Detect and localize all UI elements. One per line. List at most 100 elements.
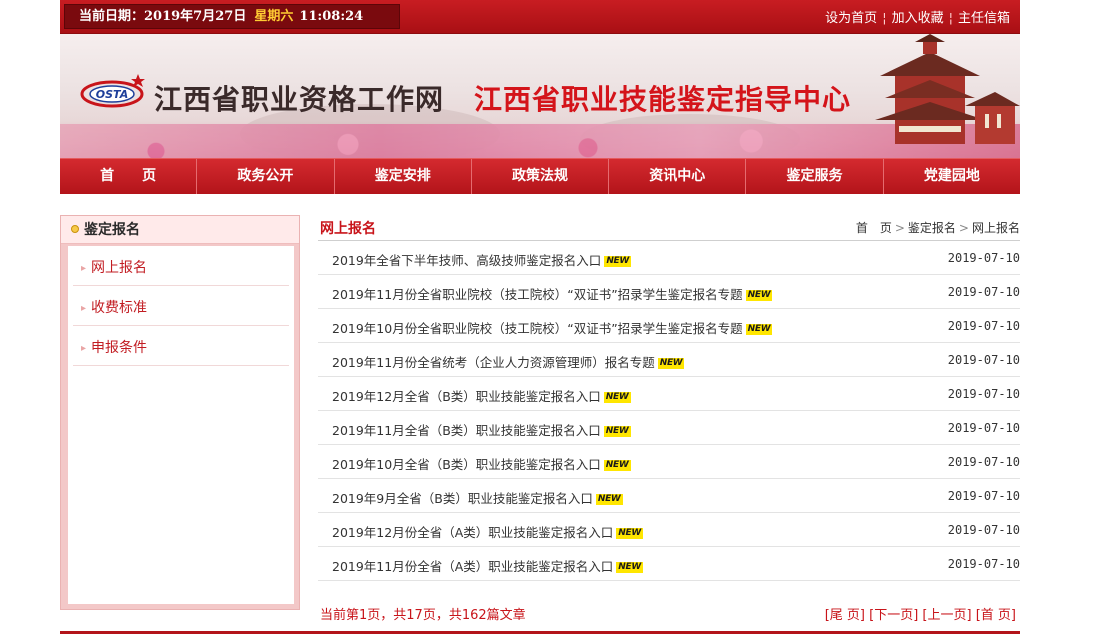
nav-item-appraisal-schedule[interactable]: 鉴定安排 [335,159,472,194]
chevron-right-icon: > [894,221,905,235]
breadcrumb-appraisal-registration[interactable]: 鉴定报名 [908,221,956,235]
chevron-right-icon: > [958,221,969,235]
last-page-link[interactable]: [尾 页] [825,608,865,623]
article-link[interactable]: 2019年10月份全省职业院校（技工院校）“双证书”招录学生鉴定报名专题 NEW [332,318,773,337]
article-date: 2019-07-10 [947,421,1020,435]
separator: ¦ [882,11,887,26]
article-link[interactable]: 2019年全省下半年技师、高级技师鉴定报名入口 NEW [332,250,632,269]
article-date: 2019-07-10 [947,523,1020,537]
article-link[interactable]: 2019年12月全省（B类）职业技能鉴定报名入口 NEW [332,386,631,405]
arrow-icon: ▸ [81,303,87,314]
footer-divider [60,631,1020,634]
article-title: 2019年12月份全省（A类）职业技能鉴定报名入口 [332,525,614,540]
article-date: 2019-07-10 [947,353,1020,367]
article-date: 2019-07-10 [947,387,1020,401]
new-badge-icon: NEW [595,494,623,505]
new-badge-icon: NEW [604,256,632,267]
new-badge-icon: NEW [657,358,685,369]
sidebar-item-application-conditions[interactable]: ▸ 申报条件 [73,326,289,366]
section-header: 网上报名 首 页 > 鉴定报名 > 网上报名 [318,215,1020,241]
list-item: 2019年11月份全省职业院校（技工院校）“双证书”招录学生鉴定报名专题 NEW 2… [318,275,1020,309]
nav-item-government-affairs[interactable]: 政务公开 [197,159,335,194]
list-item: 2019年11月份全省统考（企业人力资源管理师）报名专题 NEW 2019-07-1… [318,343,1020,377]
article-title: 2019年12月全省（B类）职业技能鉴定报名入口 [332,389,601,404]
article-date: 2019-07-10 [947,251,1020,265]
list-item: 2019年10月份全省职业院校（技工院校）“双证书”招录学生鉴定报名专题 NEW 2… [318,309,1020,343]
pager: [尾 页] [下一页] [上一页] [首 页] [825,604,1016,623]
time-label: 11:08:24 [299,9,364,24]
bullet-icon [71,225,79,233]
arrow-icon: ▸ [81,343,87,354]
osta-logo[interactable]: OSTA [78,70,150,114]
breadcrumb-home[interactable]: 首 页 [856,221,892,235]
date-time-display: 当前日期：2019年7月27日 星期六 11:08:24 [64,4,400,29]
article-date: 2019-07-10 [947,489,1020,503]
article-title: 2019年全省下半年技师、高级技师鉴定报名入口 [332,253,602,268]
article-link[interactable]: 2019年11月份全省职业院校（技工院校）“双证书”招录学生鉴定报名专题 NEW [332,284,773,303]
new-badge-icon: NEW [603,460,631,471]
article-date: 2019-07-10 [947,557,1020,571]
main-content: 网上报名 首 页 > 鉴定报名 > 网上报名 2019年全省下半年技师、高级技师鉴定报名… [318,215,1020,623]
article-title: 2019年9月全省（B类）职业技能鉴定报名入口 [332,491,593,506]
logo-text: OSTA [96,88,128,101]
prev-page-link[interactable]: [上一页] [922,608,971,623]
first-page-link[interactable]: [首 页] [976,608,1016,623]
main-nav: 首 页 政务公开 鉴定安排 政策法规 资讯中心 鉴定服务 党建园地 [60,158,1020,194]
article-title: 2019年11月份全省（A类）职业技能鉴定报名入口 [332,559,614,574]
sidebar: 鉴定报名 ▸ 网上报名 ▸ 收费标准 ▸ 申报条件 [60,215,300,610]
new-badge-icon: NEW [603,392,631,403]
article-link[interactable]: 2019年12月份全省（A类）职业技能鉴定报名入口 NEW [332,522,643,541]
article-title: 2019年11月份全省统考（企业人力资源管理师）报名专题 [332,355,655,370]
nav-item-party-building[interactable]: 党建园地 [884,159,1020,194]
sidebar-heading: 鉴定报名 [61,216,299,244]
article-link[interactable]: 2019年10月全省（B类）职业技能鉴定报名入口 NEW [332,454,631,473]
article-list: 2019年全省下半年技师、高级技师鉴定报名入口 NEW 2019-07-10 2019… [318,241,1020,581]
new-badge-icon: NEW [616,528,643,539]
next-page-link[interactable]: [下一页] [869,608,918,623]
article-link[interactable]: 2019年11月份全省统考（企业人力资源管理师）报名专题 NEW [332,352,685,371]
sidebar-item-label: 网上报名 [91,260,148,276]
new-badge-icon: NEW [603,426,631,437]
new-badge-icon: NEW [616,562,643,573]
sidebar-item-online-registration[interactable]: ▸ 网上报名 [73,246,289,286]
list-item: 2019年12月份全省（A类）职业技能鉴定报名入口 NEW 2019-07-10 [318,513,1020,547]
list-item: 2019年全省下半年技师、高级技师鉴定报名入口 NEW 2019-07-10 [318,241,1020,275]
set-homepage-link[interactable]: 设为首页 [825,11,877,26]
article-link[interactable]: 2019年11月份全省（A类）职业技能鉴定报名入口 NEW [332,556,643,575]
nav-item-policies[interactable]: 政策法规 [472,159,610,194]
date-label: 当前日期：2019年7月27日 [79,9,247,24]
article-title: 2019年10月份全省职业院校（技工院校）“双证书”招录学生鉴定报名专题 [332,321,743,336]
site-title: 江西省职业资格工作网 [154,83,445,116]
article-title: 2019年10月全省（B类）职业技能鉴定报名入口 [332,457,601,472]
new-badge-icon: NEW [745,324,773,335]
list-item: 2019年11月份全省（A类）职业技能鉴定报名入口 NEW 2019-07-10 [318,547,1020,581]
list-item: 2019年11月全省（B类）职业技能鉴定报名入口 NEW 2019-07-10 [318,411,1020,445]
article-date: 2019-07-10 [947,285,1020,299]
pager-info: 当前第1页，共17页，共162篇文章 [320,608,526,623]
add-favorites-link[interactable]: 加入收藏 [892,11,944,26]
article-link[interactable]: 2019年9月全省（B类）职业技能鉴定报名入口 NEW [332,488,623,507]
breadcrumb-current: 网上报名 [971,221,1020,235]
list-item: 2019年9月全省（B类）职业技能鉴定报名入口 NEW 2019-07-10 [318,479,1020,513]
article-title: 2019年11月份全省职业院校（技工院校）“双证书”招录学生鉴定报名专题 [332,287,743,302]
top-links: 设为首页 ¦ 加入收藏 ¦ 主任信箱 [825,7,1010,26]
sidebar-item-fee-standards[interactable]: ▸ 收费标准 [73,286,289,326]
nav-item-appraisal-service[interactable]: 鉴定服务 [746,159,884,194]
sidebar-menu: ▸ 网上报名 ▸ 收费标准 ▸ 申报条件 [68,246,294,604]
director-mailbox-link[interactable]: 主任信箱 [958,11,1010,26]
article-title: 2019年11月全省（B类）职业技能鉴定报名入口 [332,423,601,438]
new-badge-icon: NEW [745,290,773,301]
list-item: 2019年12月全省（B类）职业技能鉴定报名入口 NEW 2019-07-10 [318,377,1020,411]
article-date: 2019-07-10 [947,319,1020,333]
site-banner: OSTA 江西省职业资格工作网 江西省职业技能鉴定指导中心 [60,34,1020,158]
breadcrumb: 首 页 > 鉴定报名 > 网上报名 [856,219,1020,236]
separator: ¦ [948,11,953,26]
center-title: 江西省职业技能鉴定指导中心 [474,83,852,116]
nav-item-news[interactable]: 资讯中心 [609,159,747,194]
sidebar-item-label: 申报条件 [91,340,148,356]
nav-item-home[interactable]: 首 页 [60,159,198,194]
section-title: 网上报名 [320,221,376,237]
article-link[interactable]: 2019年11月全省（B类）职业技能鉴定报名入口 NEW [332,420,631,439]
sidebar-item-label: 收费标准 [91,300,148,316]
arrow-icon: ▸ [81,263,87,274]
